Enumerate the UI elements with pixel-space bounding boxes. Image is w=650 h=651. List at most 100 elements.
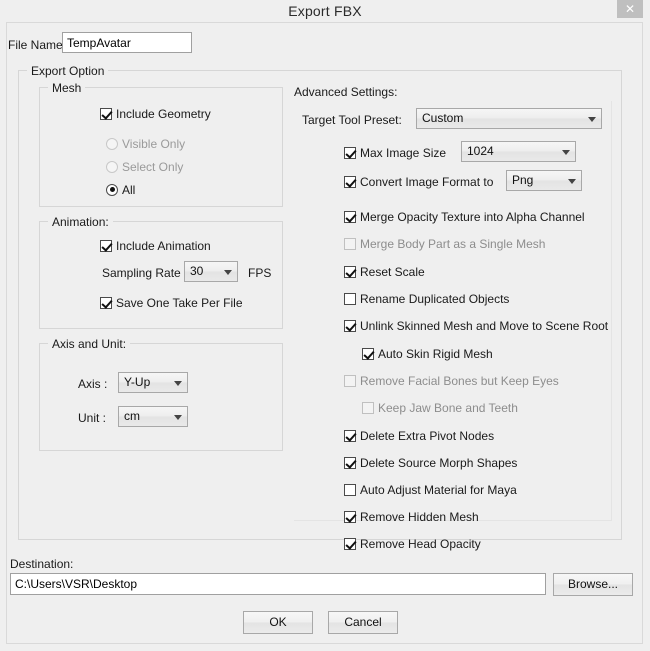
radio-label: Visible Only: [122, 136, 186, 151]
export-option-group: Export Option Mesh Include Geometry Visi…: [18, 64, 622, 551]
checkbox-auto-skin-rigid-mesh[interactable]: Auto Skin Rigid Mesh: [362, 346, 493, 362]
radio-circle-icon: [106, 160, 118, 173]
checkbox-box-icon: [344, 146, 356, 159]
animation-legend: Animation:: [48, 215, 113, 229]
ok-button[interactable]: OK: [243, 611, 313, 634]
axis-unit-legend: Axis and Unit:: [48, 337, 131, 351]
checkbox-box-icon: [362, 401, 374, 414]
chevron-down-icon: [562, 149, 570, 155]
checkbox-delete-source-morph-shapes[interactable]: Delete Source Morph Shapes: [344, 455, 517, 471]
checkbox-label: Include Animation: [116, 238, 211, 253]
advanced-settings-title: Advanced Settings:: [294, 85, 398, 99]
destination-input[interactable]: [10, 573, 546, 595]
checkbox-box-icon: [344, 319, 356, 332]
advanced-settings-panel: Advanced Settings: Target Tool Preset: C…: [294, 79, 614, 551]
checkbox-box-icon: [344, 483, 356, 496]
page-title: Export FBX: [288, 3, 362, 19]
checkbox-box-icon: [100, 239, 112, 252]
axis-and-unit-group: Axis and Unit: Axis : Y-Up Unit : cm: [39, 337, 283, 451]
chevron-down-icon: [588, 116, 596, 122]
chevron-down-icon: [224, 269, 232, 275]
cancel-button[interactable]: Cancel: [328, 611, 398, 634]
file-name-label: File Name:: [8, 38, 67, 52]
unit-label: Unit :: [78, 411, 107, 425]
checkbox-box-icon: [100, 296, 112, 309]
checkbox-box-icon: [344, 210, 356, 223]
checkbox-box-icon: [344, 265, 356, 278]
export-option-legend: Export Option: [27, 64, 109, 78]
checkbox-auto-adjust-material-for-maya[interactable]: Auto Adjust Material for Maya: [344, 482, 517, 498]
checkbox-box-icon: [344, 292, 356, 305]
max-image-size-value: 1024: [467, 144, 494, 158]
unit-value: cm: [124, 409, 140, 423]
checkbox-include-geometry[interactable]: Include Geometry: [100, 106, 211, 122]
advanced-settings-scroll-area[interactable]: Target Tool Preset: Custom Max Image Siz…: [294, 101, 612, 551]
checkbox-include-animation[interactable]: Include Animation: [100, 238, 211, 254]
convert-image-format-dropdown[interactable]: Png: [506, 170, 582, 191]
checkbox-box-icon: [100, 107, 112, 120]
sampling-rate-value: 30: [190, 264, 204, 278]
checkbox-box-icon: [362, 347, 374, 360]
checkbox-label: Rename Duplicated Objects: [360, 291, 510, 306]
target-tool-preset-dropdown[interactable]: Custom: [416, 108, 602, 129]
checkbox-box-icon: [344, 237, 356, 250]
target-tool-preset-value: Custom: [422, 111, 464, 125]
checkbox-box-icon: [344, 510, 356, 523]
axis-label: Axis :: [78, 377, 108, 391]
checkbox-box-icon: [344, 429, 356, 442]
checkbox-box-icon: [344, 175, 356, 188]
axis-dropdown[interactable]: Y-Up: [118, 372, 188, 393]
checkbox-label: Keep Jaw Bone and Teeth: [378, 400, 518, 415]
fps-label: FPS: [248, 266, 272, 280]
checkbox-max-image-size[interactable]: Max Image Size: [344, 145, 446, 161]
max-image-size-dropdown[interactable]: 1024: [461, 141, 576, 162]
file-name-input[interactable]: [62, 32, 192, 53]
radio-select-only[interactable]: Select Only: [106, 159, 183, 175]
checkbox-merge-opacity-texture[interactable]: Merge Opacity Texture into Alpha Channel: [344, 209, 585, 225]
radio-label: All: [122, 182, 136, 197]
checkbox-save-one-take-per-file[interactable]: Save One Take Per File: [100, 295, 243, 311]
checkbox-label: Max Image Size: [360, 145, 447, 160]
chevron-down-icon: [174, 380, 182, 386]
radio-all[interactable]: All: [106, 182, 135, 198]
checkbox-label: Remove Hidden Mesh: [360, 509, 479, 524]
destination-label: Destination:: [10, 557, 74, 571]
mesh-legend: Mesh: [48, 81, 86, 95]
checkbox-merge-body-part[interactable]: Merge Body Part as a Single Mesh: [344, 236, 545, 252]
radio-visible-only[interactable]: Visible Only: [106, 136, 185, 152]
checkbox-label: Auto Skin Rigid Mesh: [378, 346, 493, 361]
radio-circle-icon: [106, 137, 118, 150]
checkbox-rename-duplicated-objects[interactable]: Rename Duplicated Objects: [344, 291, 509, 307]
checkbox-remove-facial-bones[interactable]: Remove Facial Bones but Keep Eyes: [344, 373, 559, 389]
checkbox-box-icon: [344, 537, 356, 550]
checkbox-label: Merge Body Part as a Single Mesh: [360, 236, 546, 251]
close-icon[interactable]: ✕: [617, 0, 643, 18]
checkbox-label: Unlink Skinned Mesh and Move to Scene Ro…: [360, 318, 609, 333]
chevron-down-icon: [568, 178, 576, 184]
radio-label: Select Only: [122, 159, 184, 174]
browse-button[interactable]: Browse...: [553, 573, 633, 596]
sampling-rate-dropdown[interactable]: 30: [184, 261, 238, 282]
mesh-group: Mesh Include Geometry Visible Only Selec…: [39, 81, 283, 207]
checkbox-reset-scale[interactable]: Reset Scale: [344, 264, 425, 280]
target-tool-preset-label: Target Tool Preset:: [302, 113, 402, 127]
axis-value: Y-Up: [124, 375, 151, 389]
checkbox-label: Save One Take Per File: [116, 295, 243, 310]
checkbox-label: Remove Head Opacity: [360, 536, 481, 551]
checkbox-label: Reset Scale: [360, 264, 425, 279]
checkbox-label: Include Geometry: [116, 106, 211, 121]
checkbox-label: Merge Opacity Texture into Alpha Channel: [360, 209, 585, 224]
checkbox-remove-head-opacity[interactable]: Remove Head Opacity: [344, 536, 481, 552]
sampling-rate-label: Sampling Rate :: [102, 266, 188, 280]
checkbox-keep-jaw-bone-and-teeth[interactable]: Keep Jaw Bone and Teeth: [362, 400, 518, 416]
checkbox-label: Auto Adjust Material for Maya: [360, 482, 517, 497]
checkbox-unlink-skinned-mesh[interactable]: Unlink Skinned Mesh and Move to Scene Ro…: [344, 318, 608, 334]
checkbox-convert-image-format[interactable]: Convert Image Format to: [344, 174, 493, 190]
checkbox-delete-extra-pivot-nodes[interactable]: Delete Extra Pivot Nodes: [344, 428, 494, 444]
unit-dropdown[interactable]: cm: [118, 406, 188, 427]
checkbox-remove-hidden-mesh[interactable]: Remove Hidden Mesh: [344, 509, 479, 525]
checkbox-label: Remove Facial Bones but Keep Eyes: [360, 373, 559, 388]
checkbox-label: Convert Image Format to: [360, 174, 494, 189]
checkbox-box-icon: [344, 374, 356, 387]
checkbox-label: Delete Extra Pivot Nodes: [360, 428, 495, 443]
